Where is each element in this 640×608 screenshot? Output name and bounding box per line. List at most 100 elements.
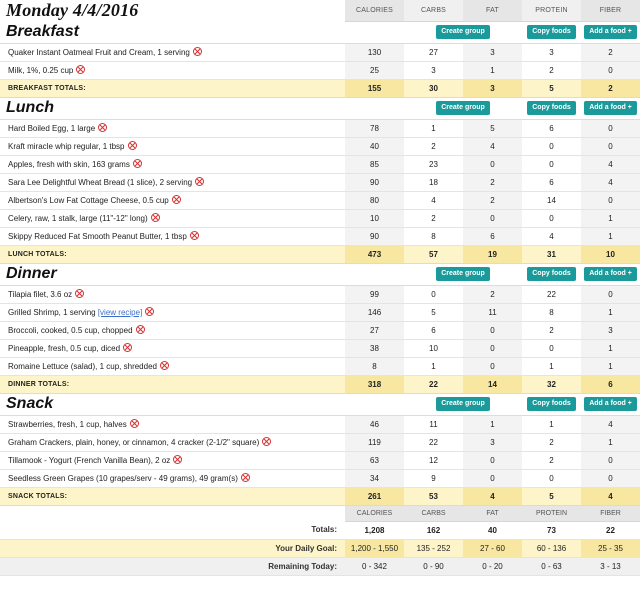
food-fib-value: 0 [581, 137, 640, 156]
food-carb-value: 0 [404, 285, 463, 304]
food-fib-value: 4 [581, 415, 640, 434]
food-prot-value: 0 [522, 137, 581, 156]
food-name[interactable]: Romaine Lettuce (salad), 1 cup, shredded [8, 362, 157, 371]
food-fib-value: 0 [581, 191, 640, 210]
food-row: Hard Boiled Egg, 1 large 78 1 5 6 0 [0, 119, 640, 138]
page-title: Monday 4/4/2016 [6, 0, 139, 20]
delete-icon[interactable] [123, 343, 133, 352]
food-cal-value: 10 [345, 209, 404, 228]
add-food-button[interactable]: Add a food + [584, 25, 637, 39]
food-fat-value: 0 [463, 357, 522, 376]
delete-icon[interactable] [262, 437, 272, 446]
food-fib-value: 0 [581, 61, 640, 80]
food-fib-value: 1 [581, 227, 640, 246]
delete-icon[interactable] [240, 473, 250, 482]
delete-icon[interactable] [195, 177, 205, 186]
food-name[interactable]: Apples, fresh with skin, 163 grams [8, 160, 130, 169]
food-name[interactable]: Quaker Instant Oatmeal Fruit and Cream, … [8, 48, 190, 57]
food-cal-value: 40 [345, 137, 404, 156]
delete-icon[interactable] [76, 65, 86, 74]
food-row: Quaker Instant Oatmeal Fruit and Cream, … [0, 43, 640, 62]
food-name[interactable]: Milk, 1%, 0.25 cup [8, 66, 73, 75]
meal-totals-label: DINNER TOTALS: [0, 375, 345, 394]
food-carb-value: 10 [404, 339, 463, 358]
delete-icon[interactable] [192, 47, 202, 56]
delete-icon[interactable] [127, 141, 137, 150]
daily-goal-fiber: 25 - 35 [581, 539, 640, 558]
copy-foods-button[interactable]: Copy foods [527, 397, 576, 411]
food-name[interactable]: Graham Crackers, plain, honey, or cinnam… [8, 438, 259, 447]
create-group-button[interactable]: Create group [436, 25, 490, 39]
meal-totals-row-breakfast: BREAKFAST TOTALS: 155 30 3 5 2 [0, 79, 640, 98]
food-fib-value: 3 [581, 321, 640, 340]
food-row: Milk, 1%, 0.25 cup 25 3 1 2 0 [0, 61, 640, 80]
delete-icon[interactable] [145, 307, 155, 316]
meal-total-carb: 22 [404, 375, 463, 394]
food-cal-value: 8 [345, 357, 404, 376]
food-prot-value: 2 [522, 433, 581, 452]
food-row: Grilled Shrimp, 1 serving [view recipe] 1… [0, 303, 640, 322]
delete-icon[interactable] [75, 289, 85, 298]
copy-foods-button[interactable]: Copy foods [527, 267, 576, 281]
daily-goal-fat: 27 - 60 [463, 539, 522, 558]
meal-total-cal: 155 [345, 79, 404, 98]
delete-icon[interactable] [129, 419, 139, 428]
view-recipe-link[interactable]: [view recipe] [98, 308, 142, 317]
food-carb-value: 4 [404, 191, 463, 210]
delete-icon[interactable] [171, 195, 181, 204]
meal-total-fib: 6 [581, 375, 640, 394]
add-food-button[interactable]: Add a food + [584, 101, 637, 115]
food-name[interactable]: Strawberries, fresh, 1 cup, halves [8, 420, 127, 429]
food-name[interactable]: Seedless Green Grapes (10 grapes/serv - … [8, 474, 238, 483]
daily-total-fiber: 22 [581, 521, 640, 540]
food-name[interactable]: Tilapia filet, 3.6 oz [8, 290, 72, 299]
delete-icon[interactable] [159, 361, 169, 370]
delete-icon[interactable] [135, 325, 145, 334]
add-food-button[interactable]: Add a food + [584, 267, 637, 281]
food-name[interactable]: Kraft miracle whip regular, 1 tbsp [8, 142, 125, 151]
meal-total-fat: 19 [463, 245, 522, 264]
food-row: Graham Crackers, plain, honey, or cinnam… [0, 433, 640, 452]
column-header-fat: FAT [463, 0, 522, 22]
food-fat-value: 0 [463, 451, 522, 470]
food-name[interactable]: Sara Lee Delightful Wheat Bread (1 slice… [8, 178, 192, 187]
create-group-button[interactable]: Create group [436, 267, 490, 281]
food-fat-value: 2 [463, 173, 522, 192]
create-group-button[interactable]: Create group [436, 101, 490, 115]
food-cal-value: 119 [345, 433, 404, 452]
daily-totals-row: Totals: 1,208 162 40 73 22 [0, 521, 640, 540]
delete-icon[interactable] [173, 455, 183, 464]
food-cal-value: 80 [345, 191, 404, 210]
food-name[interactable]: Broccoli, cooked, 0.5 cup, chopped [8, 326, 133, 335]
copy-foods-button[interactable]: Copy foods [527, 25, 576, 39]
delete-icon[interactable] [98, 123, 108, 132]
meal-totals-row-lunch: LUNCH TOTALS: 473 57 19 31 10 [0, 245, 640, 264]
food-name[interactable]: Skippy Reduced Fat Smooth Peanut Butter,… [8, 232, 187, 241]
delete-icon[interactable] [189, 231, 199, 240]
food-fat-value: 11 [463, 303, 522, 322]
food-cal-value: 63 [345, 451, 404, 470]
create-group-button[interactable]: Create group [436, 397, 490, 411]
meal-total-cal: 261 [345, 487, 404, 506]
food-carb-value: 8 [404, 227, 463, 246]
food-name[interactable]: Hard Boiled Egg, 1 large [8, 124, 95, 133]
delete-icon[interactable] [150, 213, 160, 222]
food-fat-value: 3 [463, 43, 522, 62]
food-name[interactable]: Celery, raw, 1 stalk, large (11"-12" lon… [8, 214, 148, 223]
column-header-fiber: FIBER [581, 0, 640, 22]
add-food-button[interactable]: Add a food + [584, 397, 637, 411]
delete-icon[interactable] [132, 159, 142, 168]
food-name[interactable]: Albertson's Low Fat Cottage Cheese, 0.5 … [8, 196, 169, 205]
copy-foods-button[interactable]: Copy foods [527, 101, 576, 115]
meal-totals-label: BREAKFAST TOTALS: [0, 79, 345, 98]
food-prot-value: 4 [522, 227, 581, 246]
food-fat-value: 0 [463, 339, 522, 358]
food-row: Seedless Green Grapes (10 grapes/serv - … [0, 469, 640, 488]
food-fat-value: 2 [463, 285, 522, 304]
food-prot-value: 2 [522, 61, 581, 80]
meal-total-prot: 32 [522, 375, 581, 394]
food-name[interactable]: Grilled Shrimp, 1 serving [8, 308, 96, 317]
food-prot-value: 8 [522, 303, 581, 322]
food-name[interactable]: Tillamook - Yogurt (French Vanilla Bean)… [8, 456, 170, 465]
food-name[interactable]: Pineapple, fresh, 0.5 cup, diced [8, 344, 120, 353]
